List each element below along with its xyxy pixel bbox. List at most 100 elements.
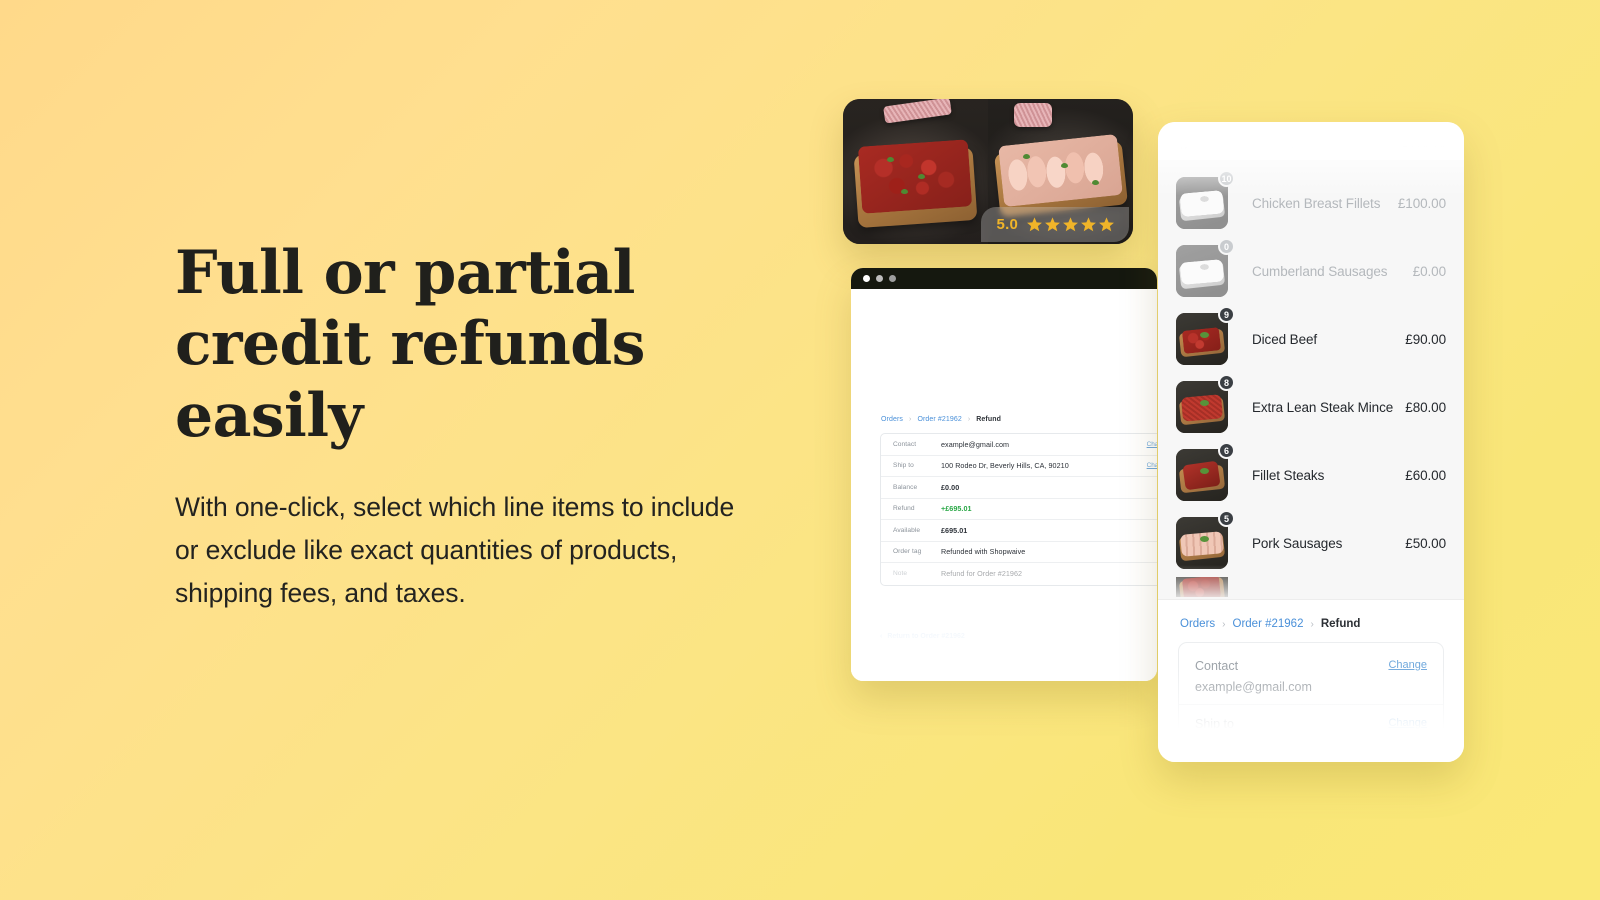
thumbnail-wrap: 6 bbox=[1176, 442, 1235, 501]
table-row: Available £695.01 bbox=[881, 520, 1157, 542]
breadcrumb-orders-link[interactable]: Orders bbox=[881, 416, 903, 423]
mobile-preview: Hide order summary £695.01 10 Chicken Br… bbox=[1158, 122, 1464, 762]
minimize-window-button[interactable] bbox=[876, 275, 883, 282]
window-title-bar bbox=[851, 268, 1157, 289]
beef-photo bbox=[843, 99, 988, 244]
breadcrumb-orders-link[interactable]: Orders bbox=[1180, 618, 1215, 630]
order-summary-label: Hide order summary bbox=[1196, 137, 1296, 149]
desktop-browser-window: Orders › Order #21962 › Refund Contact e… bbox=[851, 268, 1157, 681]
diced-beef bbox=[858, 138, 973, 213]
quantity-badge: 0 bbox=[1218, 238, 1235, 255]
quantity-badge: 6 bbox=[1218, 442, 1235, 459]
page-title: Full or partial credit refunds easily bbox=[175, 238, 645, 451]
quantity-badge: 10 bbox=[1218, 170, 1235, 187]
star-icon bbox=[1081, 217, 1096, 232]
rating-stars bbox=[1026, 216, 1115, 233]
change-link[interactable]: Change bbox=[1147, 441, 1157, 448]
hero-subcopy: With one-click, select which line items … bbox=[175, 492, 735, 609]
quantity-badge: 9 bbox=[1218, 306, 1235, 323]
herb-garnish bbox=[886, 157, 894, 162]
change-link[interactable]: Change bbox=[1388, 717, 1427, 729]
herb-garnish bbox=[901, 188, 908, 194]
breadcrumb-current: Refund bbox=[976, 416, 1001, 423]
quantity-badge: 8 bbox=[1218, 374, 1235, 391]
list-item[interactable]: 9 Diced Beef £90.00 bbox=[1158, 305, 1464, 373]
product-name: Pork Sausages bbox=[1252, 535, 1343, 551]
window-content: Orders › Order #21962 › Refund Contact e… bbox=[851, 289, 1157, 681]
table-row: Note Refund for Order #21962 bbox=[881, 563, 1157, 585]
breadcrumb-order-link[interactable]: Order #21962 bbox=[1233, 618, 1304, 630]
row-label: Balance bbox=[893, 483, 918, 491]
chevron-right-icon: › bbox=[1310, 618, 1314, 630]
chicken-fillets bbox=[998, 133, 1123, 207]
star-icon bbox=[1045, 217, 1060, 232]
order-summary-toggle[interactable]: Hide order summary £695.01 bbox=[1158, 122, 1464, 160]
product-name: Fillet Steaks bbox=[1252, 467, 1325, 483]
thumbnail-wrap: 8 bbox=[1176, 374, 1235, 433]
list-item[interactable]: 6 bbox=[1158, 577, 1464, 597]
list-item[interactable]: 6 Fillet Steaks £60.00 bbox=[1158, 441, 1464, 509]
row-value: £695.01 bbox=[941, 525, 968, 535]
chevron-right-icon: › bbox=[909, 416, 912, 423]
product-price: £80.00 bbox=[1405, 399, 1446, 415]
order-tag-value[interactable]: Refunded with Shopwaive bbox=[941, 547, 1025, 556]
list-item[interactable]: 5 Pork Sausages £50.00 bbox=[1158, 509, 1464, 577]
twine-decor bbox=[1014, 103, 1052, 127]
top-fade-overlay bbox=[851, 289, 1157, 407]
star-icon bbox=[1099, 217, 1114, 232]
star-icon bbox=[1027, 217, 1042, 232]
product-price: £50.00 bbox=[1405, 535, 1446, 551]
product-price: £60.00 bbox=[1405, 467, 1446, 483]
row-label: Note bbox=[893, 570, 908, 578]
product-name: Cumberland Sausages bbox=[1252, 263, 1388, 279]
product-name: Diced Beef bbox=[1252, 331, 1318, 347]
table-row: Contact example@gmail.com Change bbox=[881, 434, 1157, 456]
thumbnail-wrap: 6 bbox=[1176, 577, 1228, 597]
thumbnail-wrap: 0 bbox=[1176, 238, 1235, 297]
change-link[interactable]: Change bbox=[1388, 659, 1427, 671]
rating-badge: 5.0 bbox=[980, 207, 1129, 242]
list-item[interactable]: 10 Chicken Breast Fillets £100.00 bbox=[1158, 169, 1464, 237]
refund-details-table: Contact example@gmail.com Change Ship to… bbox=[880, 433, 1157, 586]
row-label: Available bbox=[893, 526, 921, 534]
table-row: Ship to 100 Rodeo Dr, Beverly Hills, CA,… bbox=[881, 456, 1157, 477]
line-items-list: 10 Chicken Breast Fillets £100.00 0 Cumb… bbox=[1158, 160, 1464, 599]
note-value[interactable]: Refund for Order #21962 bbox=[941, 569, 1022, 578]
star-icon bbox=[1063, 217, 1078, 232]
row-value: example@gmail.com bbox=[941, 439, 1010, 449]
chevron-right-icon: › bbox=[1222, 618, 1226, 630]
return-link-label: Return to Order #21962 bbox=[887, 633, 965, 640]
product-name: Chicken Breast Fillets bbox=[1252, 195, 1381, 211]
list-item[interactable]: 0 Cumberland Sausages £0.00 bbox=[1158, 237, 1464, 305]
row-label: Ship to bbox=[893, 462, 914, 470]
chevron-left-icon: ‹ bbox=[880, 633, 883, 640]
breadcrumb: Orders › Order #21962 › Refund bbox=[1158, 600, 1464, 642]
row-label: Order tag bbox=[893, 548, 922, 556]
rating-value: 5.0 bbox=[996, 216, 1018, 233]
row-value: 100 Rodeo Dr, Beverly Hills, CA, 90210 bbox=[941, 461, 1069, 471]
list-item[interactable]: 8 Extra Lean Steak Mince £80.00 bbox=[1158, 373, 1464, 441]
close-window-button[interactable] bbox=[863, 275, 870, 282]
breadcrumb-order-link[interactable]: Order #21962 bbox=[917, 416, 961, 423]
thumbnail-wrap: 10 bbox=[1176, 170, 1235, 229]
row-value: example@gmail.com bbox=[1195, 680, 1312, 694]
row-value: 100 Rodeo Dr, Beverly Hills, CA, 90210 bbox=[1195, 738, 1414, 752]
change-link[interactable]: Change bbox=[1147, 462, 1157, 469]
return-to-order-link[interactable]: ‹ Return to Order #21962 bbox=[880, 633, 965, 640]
product-thumbnail bbox=[1176, 577, 1228, 597]
product-price: £90.00 bbox=[1405, 331, 1446, 347]
herb-garnish bbox=[1060, 162, 1068, 168]
herb-garnish bbox=[1022, 154, 1030, 160]
hero-copy: Full or partial credit refunds easily Wi… bbox=[175, 238, 775, 615]
thumbnail-wrap: 9 bbox=[1176, 306, 1235, 365]
breadcrumb: Orders › Order #21962 › Refund bbox=[881, 416, 1001, 423]
contact-details-card: Contact example@gmail.com Change Ship to… bbox=[1178, 642, 1444, 762]
breadcrumb-current: Refund bbox=[1320, 618, 1361, 630]
food-photo-card: 5.0 bbox=[843, 99, 1133, 244]
maximize-window-button[interactable] bbox=[889, 275, 896, 282]
row-label: Refund bbox=[893, 505, 915, 513]
twine-decor bbox=[882, 99, 952, 124]
quantity-badge: 5 bbox=[1218, 510, 1235, 527]
product-name: Extra Lean Steak Mince bbox=[1252, 399, 1394, 415]
product-price: £0.00 bbox=[1412, 263, 1446, 279]
